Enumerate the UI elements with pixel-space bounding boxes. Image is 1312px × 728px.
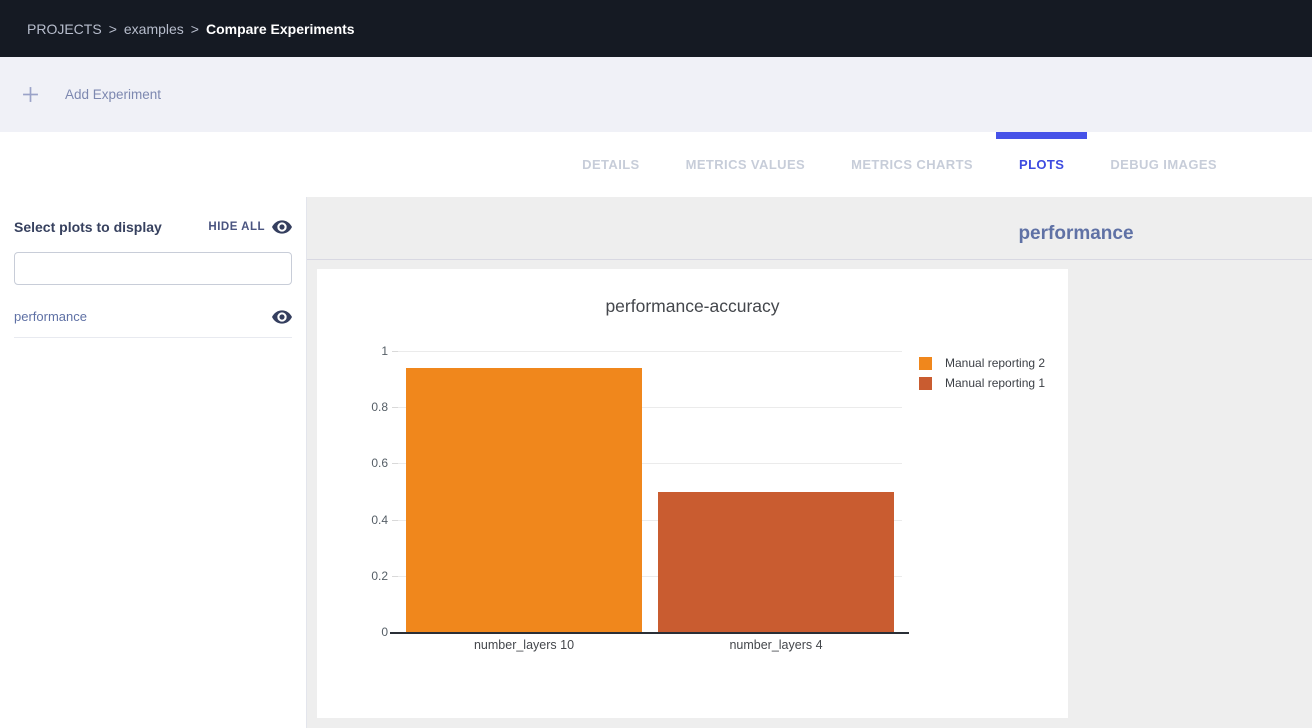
y-tick-label: 0.4	[328, 512, 388, 528]
bar-manual-reporting-1	[658, 492, 894, 633]
plot-card: performance-accuracy 00.20.40.60.81numbe…	[317, 269, 1068, 718]
x-category-label: number_layers 4	[650, 638, 902, 652]
legend-label: Manual reporting 1	[945, 376, 1045, 390]
add-experiment-button[interactable]: Add Experiment	[22, 86, 161, 103]
chart-title: performance-accuracy	[317, 296, 1068, 317]
legend-item[interactable]: Manual reporting 1	[919, 376, 1045, 390]
toolbar: Add Experiment	[0, 57, 1312, 132]
tab-metrics-values-label: METRICS VALUES	[686, 157, 805, 172]
plot-group-header: performance	[307, 197, 1312, 260]
plot-item-label: performance	[14, 309, 87, 324]
top-navbar: PROJECTS > examples > Compare Experiment…	[0, 0, 1312, 57]
tab-plots-label: PLOTS	[1019, 157, 1064, 172]
breadcrumb-separator: >	[109, 21, 117, 37]
tab-metrics-charts[interactable]: METRICS CHARTS	[828, 132, 996, 197]
tab-metrics-charts-label: METRICS CHARTS	[851, 157, 973, 172]
breadcrumb: PROJECTS > examples > Compare Experiment…	[27, 21, 355, 37]
legend-swatch	[919, 357, 932, 370]
eye-icon[interactable]	[272, 310, 292, 324]
breadcrumb-current-page: Compare Experiments	[206, 21, 355, 37]
plot-list: performance	[14, 299, 292, 338]
breadcrumb-separator: >	[191, 21, 199, 37]
tab-metrics-values[interactable]: METRICS VALUES	[663, 132, 828, 197]
tab-bar: DETAILS METRICS VALUES METRICS CHARTS PL…	[0, 132, 1312, 197]
tab-debug-images-label: DEBUG IMAGES	[1110, 157, 1217, 172]
y-tick-mark	[392, 407, 398, 408]
breadcrumb-project-examples[interactable]: examples	[124, 21, 184, 37]
hide-all-button[interactable]: HIDE ALL	[208, 220, 292, 234]
legend-item[interactable]: Manual reporting 2	[919, 356, 1045, 370]
breadcrumb-projects[interactable]: PROJECTS	[27, 21, 102, 37]
y-tick-mark	[392, 463, 398, 464]
tab-details-label: DETAILS	[582, 157, 639, 172]
plot-area: 00.20.40.60.81number_layers 10number_lay…	[398, 351, 902, 632]
y-tick-label: 0.6	[328, 455, 388, 471]
y-tick-mark	[392, 576, 398, 577]
sidebar-title: Select plots to display	[14, 219, 162, 235]
plus-icon	[22, 86, 39, 103]
bar-manual-reporting-2	[406, 368, 642, 632]
y-tick-label: 0	[328, 624, 388, 640]
y-tick-mark	[392, 351, 398, 352]
x-axis-line	[390, 632, 909, 634]
tab-details[interactable]: DETAILS	[559, 132, 662, 197]
y-tick-label: 1	[328, 343, 388, 359]
add-experiment-label: Add Experiment	[65, 87, 161, 102]
tab-plots[interactable]: PLOTS	[996, 132, 1087, 197]
legend-swatch	[919, 377, 932, 390]
y-tick-label: 0.2	[328, 568, 388, 584]
plot-group-title: performance	[1018, 223, 1133, 245]
y-tick-label: 0.8	[328, 399, 388, 415]
eye-icon	[272, 220, 292, 234]
gridline	[398, 351, 902, 352]
legend-label: Manual reporting 2	[945, 356, 1045, 370]
plots-main-area: performance performance-accuracy 00.20.4…	[307, 197, 1312, 728]
plots-sidebar: Select plots to display HIDE ALL perform…	[0, 197, 307, 728]
y-tick-mark	[392, 520, 398, 521]
chart-legend: Manual reporting 2 Manual reporting 1	[919, 356, 1045, 390]
hide-all-label: HIDE ALL	[208, 221, 265, 233]
plot-list-item-performance[interactable]: performance	[14, 299, 292, 338]
x-category-label: number_layers 10	[398, 638, 650, 652]
tab-debug-images[interactable]: DEBUG IMAGES	[1087, 132, 1240, 197]
plot-filter-input[interactable]	[14, 252, 292, 285]
